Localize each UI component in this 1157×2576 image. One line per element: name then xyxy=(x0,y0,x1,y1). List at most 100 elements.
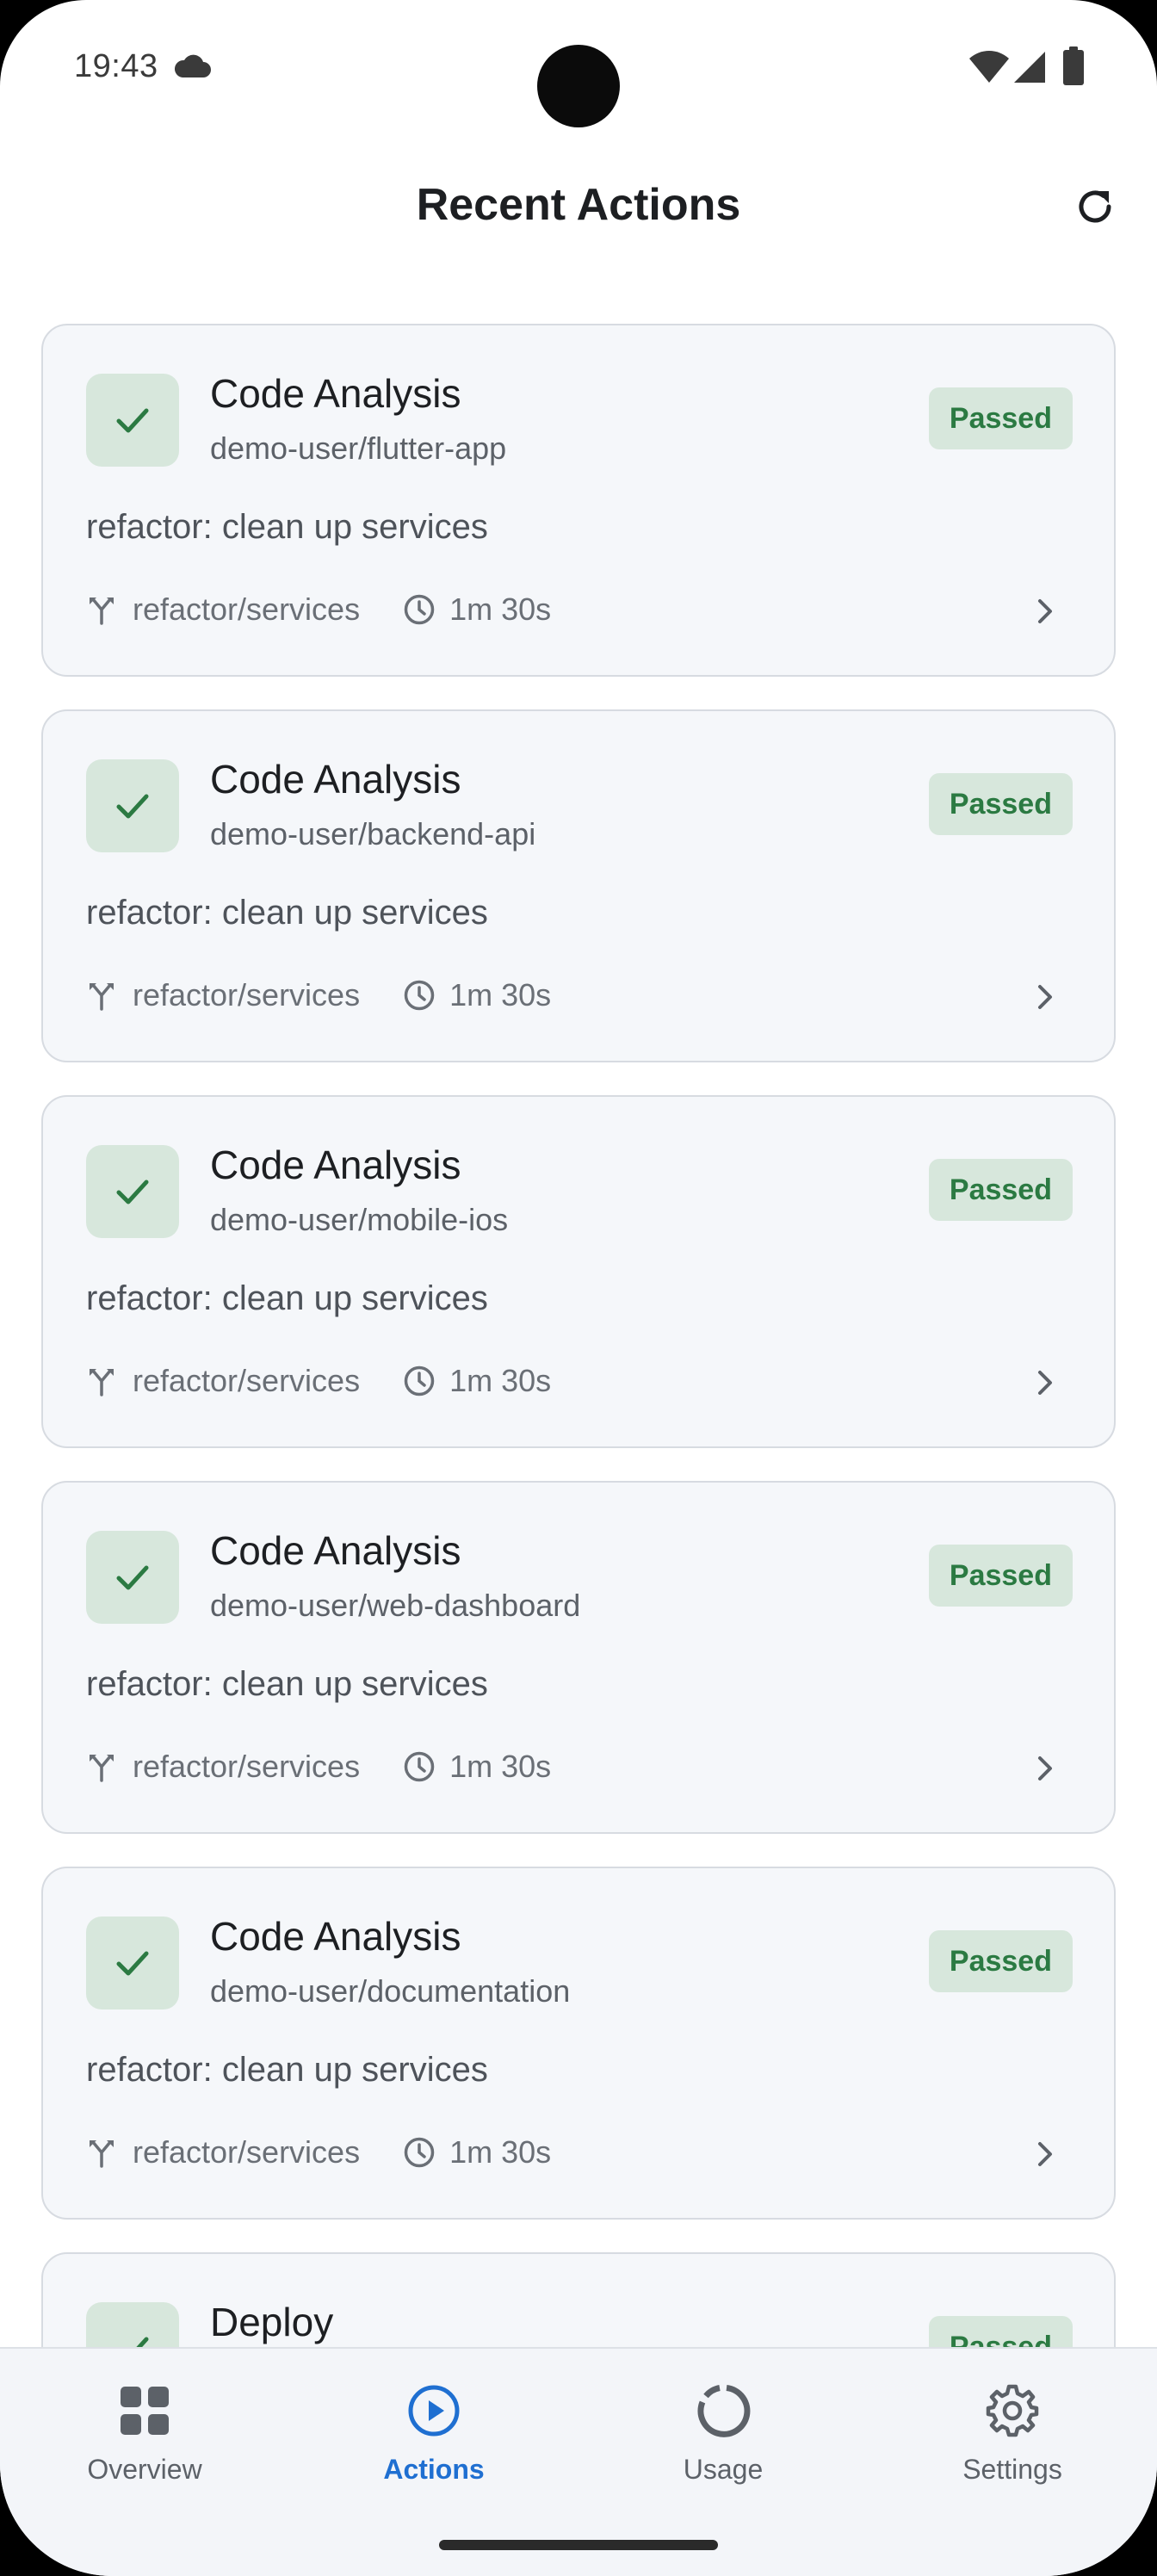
branch-name: refactor/services xyxy=(133,591,361,627)
status-badge: Passed xyxy=(928,1930,1073,1992)
clock-icon xyxy=(404,1365,435,1396)
app-header: Recent Actions xyxy=(0,164,1157,250)
action-card[interactable]: Code Analysis demo-user/backend-api Pass… xyxy=(41,709,1116,1062)
check-icon xyxy=(116,1180,149,1204)
clock-icon xyxy=(404,2137,435,2168)
camera-cutout xyxy=(537,45,620,127)
nav-item-overview[interactable]: Overview xyxy=(59,2383,231,2504)
nav-item-usage[interactable]: Usage xyxy=(637,2383,809,2504)
status-badge: Passed xyxy=(928,1545,1073,1607)
status-badge: Passed xyxy=(928,387,1073,449)
status-time: 19:43 xyxy=(74,48,158,84)
home-indicator[interactable] xyxy=(439,2540,718,2550)
branch-name: refactor/services xyxy=(133,2134,361,2170)
action-meta: refactor/services 1m 30s xyxy=(86,589,551,630)
battery-icon xyxy=(1063,46,1084,85)
nav-label: Usage xyxy=(683,2454,764,2485)
commit-message: refactor: clean up services xyxy=(86,1279,488,1317)
branch-name: refactor/services xyxy=(133,1363,361,1398)
action-duration: 1m 30s xyxy=(449,1749,552,1784)
action-card[interactable]: Code Analysis demo-user/mobile-ios Passe… xyxy=(41,1095,1116,1448)
action-duration: 1m 30s xyxy=(449,2134,552,2170)
branch-icon xyxy=(90,983,114,1011)
action-duration: 1m 30s xyxy=(449,591,552,627)
chevron-right-icon xyxy=(1038,985,1052,1009)
open-action-button[interactable] xyxy=(1028,1365,1062,1400)
refresh-icon xyxy=(1079,190,1111,223)
status-badge: Passed xyxy=(928,2316,1073,2347)
grid-icon xyxy=(117,2383,172,2438)
check-icon xyxy=(116,408,149,433)
branch-icon xyxy=(90,1369,114,1396)
action-meta: refactor/services 1m 30s xyxy=(86,1746,551,1787)
action-status-icon xyxy=(86,1531,179,1624)
branch-icon xyxy=(90,598,114,625)
clock-icon xyxy=(404,594,435,625)
signal-icon xyxy=(1014,52,1045,83)
page-title: Recent Actions xyxy=(416,180,741,230)
clock-icon xyxy=(404,980,435,1011)
open-action-button[interactable] xyxy=(1028,2137,1062,2171)
open-action-button[interactable] xyxy=(1028,594,1062,629)
nav-label: Actions xyxy=(383,2454,485,2485)
actions-list: Code Analysis demo-user/flutter-app Pass… xyxy=(41,324,1116,2347)
phone-screen: 19:43 Recent Actions Code Analysis demo-… xyxy=(0,0,1157,2576)
action-title: Code Analysis xyxy=(210,1914,461,1959)
action-repo: demo-user/documentation xyxy=(210,1973,571,2009)
action-status-icon xyxy=(86,1145,179,1238)
clock-icon xyxy=(404,1751,435,1782)
check-icon xyxy=(116,1565,149,1590)
commit-message: refactor: clean up services xyxy=(86,508,488,546)
action-title: Code Analysis xyxy=(210,1528,461,1573)
action-duration: 1m 30s xyxy=(449,1363,552,1398)
branch-name: refactor/services xyxy=(133,1749,361,1784)
refresh-button[interactable] xyxy=(1067,179,1123,234)
branch-icon xyxy=(90,1755,114,1782)
action-card[interactable]: Code Analysis demo-user/web-dashboard Pa… xyxy=(41,1481,1116,1834)
action-meta: refactor/services 1m 30s xyxy=(86,2132,551,2173)
commit-message: refactor: clean up services xyxy=(86,2051,488,2089)
action-status-icon xyxy=(86,374,179,467)
commit-message: refactor: clean up services xyxy=(86,894,488,932)
action-status-icon xyxy=(86,1917,179,2009)
action-status-icon xyxy=(86,2302,179,2347)
action-repo: demo-user/mobile-ios xyxy=(210,1202,509,1237)
gear-icon xyxy=(985,2383,1040,2438)
nav-item-actions[interactable]: Actions xyxy=(348,2383,520,2504)
status-badge: Passed xyxy=(928,1159,1073,1221)
commit-message: refactor: clean up services xyxy=(86,1665,488,1703)
action-title: Code Analysis xyxy=(210,1142,461,1187)
action-card[interactable]: Deploy Passed xyxy=(41,2252,1116,2347)
branch-icon xyxy=(90,2140,114,2168)
chevron-right-icon xyxy=(1038,2142,1052,2166)
action-repo: demo-user/backend-api xyxy=(210,816,536,851)
open-action-button[interactable] xyxy=(1028,1751,1062,1786)
action-duration: 1m 30s xyxy=(449,977,552,1012)
chevron-right-icon xyxy=(1038,1756,1052,1780)
action-title: Code Analysis xyxy=(210,757,461,802)
play-circle-icon xyxy=(406,2383,461,2438)
action-title: Deploy xyxy=(210,2300,334,2344)
action-card[interactable]: Code Analysis demo-user/documentation Pa… xyxy=(41,1867,1116,2220)
open-action-button[interactable] xyxy=(1028,980,1062,1014)
action-repo: demo-user/flutter-app xyxy=(210,430,507,466)
branch-name: refactor/services xyxy=(133,977,361,1012)
check-icon xyxy=(136,2337,149,2347)
action-meta: refactor/services 1m 30s xyxy=(86,975,551,1016)
chevron-right-icon xyxy=(1038,1371,1052,1395)
check-icon xyxy=(116,794,149,819)
nav-label: Settings xyxy=(962,2454,1062,2485)
nav-label: Overview xyxy=(87,2454,202,2485)
cloud-icon xyxy=(174,54,211,77)
donut-icon xyxy=(696,2383,751,2438)
check-icon xyxy=(116,1951,149,1976)
wifi-icon xyxy=(969,51,1009,83)
action-title: Code Analysis xyxy=(210,371,461,416)
status-badge: Passed xyxy=(928,773,1073,835)
nav-item-settings[interactable]: Settings xyxy=(926,2383,1098,2504)
chevron-right-icon xyxy=(1038,599,1052,623)
action-card[interactable]: Code Analysis demo-user/flutter-app Pass… xyxy=(41,324,1116,677)
action-status-icon xyxy=(86,759,179,852)
action-repo: demo-user/web-dashboard xyxy=(210,1588,581,1623)
action-meta: refactor/services 1m 30s xyxy=(86,1360,551,1402)
